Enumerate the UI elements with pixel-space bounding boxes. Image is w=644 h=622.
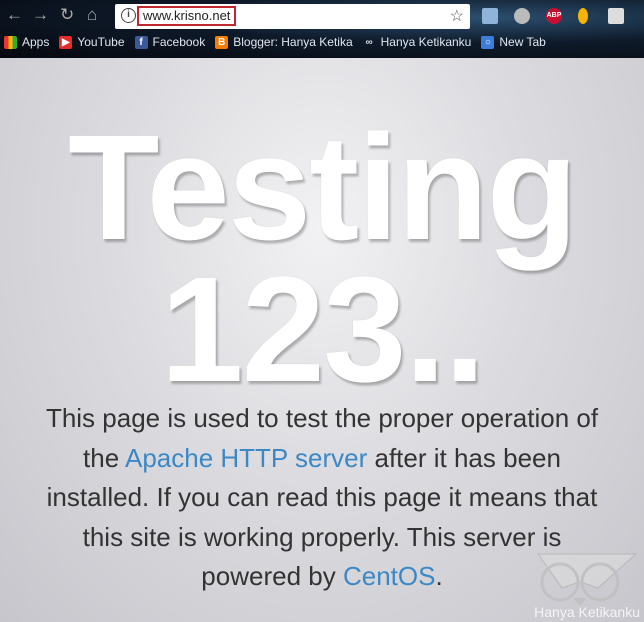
adblock-plus-icon[interactable]: ABP bbox=[546, 8, 562, 24]
apps-grid-icon bbox=[4, 35, 17, 49]
notes-extension-icon[interactable] bbox=[608, 8, 624, 24]
bookmark-star-icon[interactable]: ☆ bbox=[450, 6, 464, 26]
page-content: Testing 123.. This page is used to test … bbox=[0, 58, 644, 622]
youtube-icon: ▶ bbox=[59, 35, 73, 49]
centos-link[interactable]: CentOS bbox=[343, 561, 436, 591]
bookmark-label: New Tab bbox=[499, 35, 546, 49]
blogger-icon: B bbox=[215, 35, 229, 49]
bookmark-youtube[interactable]: ▶ YouTube bbox=[59, 35, 125, 49]
bookmark-blogger[interactable]: B Blogger: Hanya Ketika bbox=[215, 35, 353, 49]
bookmark-label: Facebook bbox=[152, 35, 206, 49]
browser-chrome: ← → ↻ ⌂ i www.krisno.net ☆ ABP Apps ▶ You… bbox=[0, 0, 644, 58]
reload-icon[interactable]: ↻ bbox=[60, 5, 74, 25]
apache-link[interactable]: Apache HTTP server bbox=[125, 443, 367, 473]
bookmark-label: Blogger: Hanya Ketika bbox=[233, 35, 353, 49]
globe-extension-icon[interactable] bbox=[514, 8, 530, 24]
bookmark-hanya-ketikanku[interactable]: ∞ Hanya Ketikanku bbox=[363, 35, 472, 49]
bookmark-facebook[interactable]: f Facebook bbox=[134, 35, 206, 49]
watermark-text: Hanya Ketikanku bbox=[534, 604, 640, 620]
heading-testing: Testing bbox=[67, 103, 578, 271]
bookmark-apps[interactable]: Apps bbox=[4, 35, 49, 49]
forward-icon[interactable]: → bbox=[32, 5, 49, 25]
heading-123: 123.. bbox=[160, 245, 486, 413]
bookmark-new-tab[interactable]: ○ New Tab bbox=[481, 35, 546, 49]
paragraph-text: . bbox=[435, 561, 443, 591]
address-bar[interactable]: i www.krisno.net ☆ bbox=[115, 4, 470, 29]
back-icon[interactable]: ← bbox=[6, 5, 23, 25]
facebook-icon: f bbox=[134, 35, 148, 49]
url-text[interactable]: www.krisno.net bbox=[137, 6, 237, 26]
folder-extension-icon[interactable] bbox=[482, 8, 498, 24]
info-icon[interactable]: i bbox=[121, 8, 136, 23]
bookmark-label: Apps bbox=[22, 35, 50, 49]
bookmarks-bar: Apps ▶ YouTube f Facebook B Blogger: Hanya … bbox=[4, 35, 546, 49]
mask-icon: ∞ bbox=[365, 36, 373, 48]
lightbulb-extension-icon[interactable] bbox=[578, 8, 588, 24]
bookmark-label: Hanya Ketikanku bbox=[380, 35, 472, 49]
home-icon[interactable]: ⌂ bbox=[87, 5, 97, 25]
bookmark-label: YouTube bbox=[77, 35, 125, 49]
new-tab-icon: ○ bbox=[481, 35, 495, 49]
